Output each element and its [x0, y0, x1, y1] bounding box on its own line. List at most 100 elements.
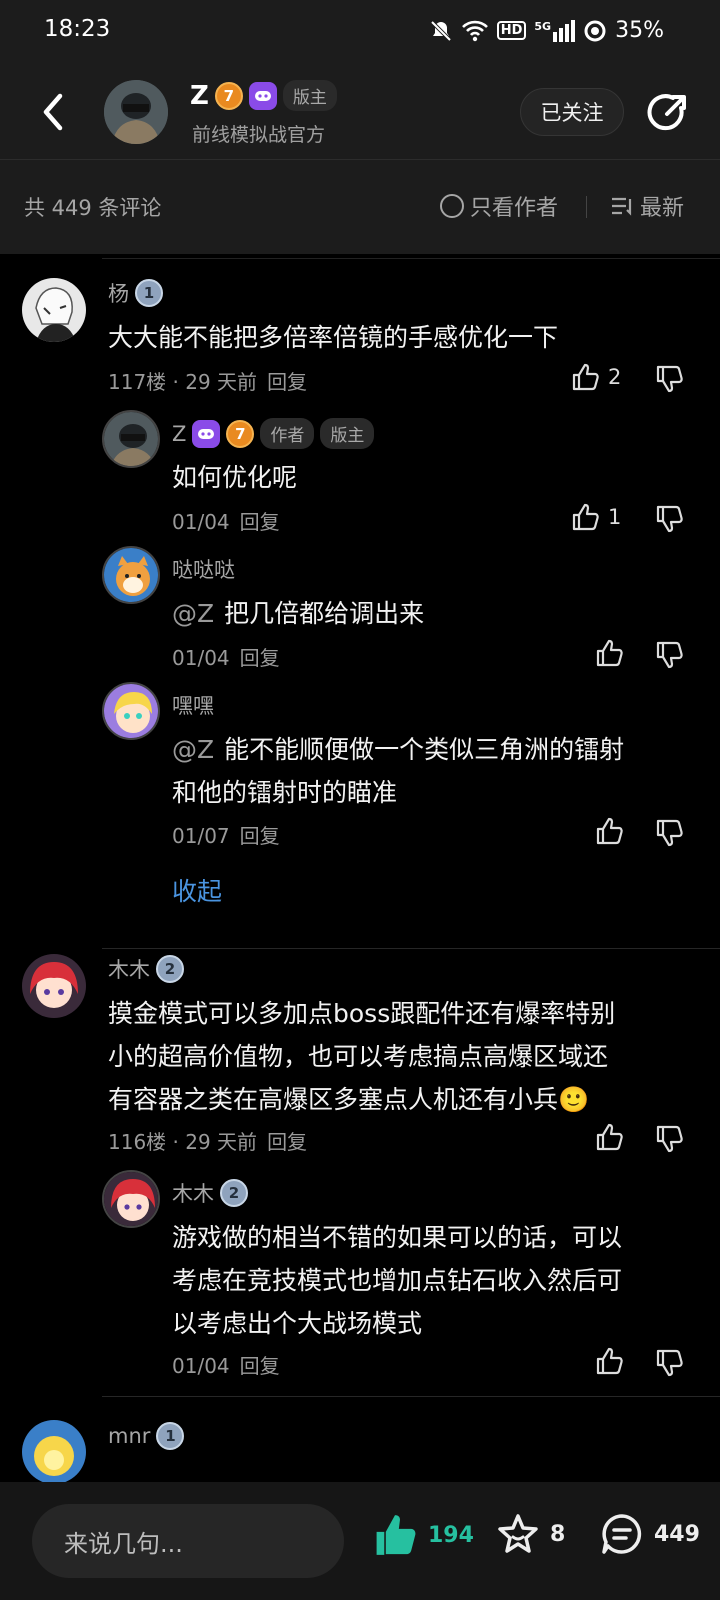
reply-text-line: 考虑在竞技模式也增加点钻石收入然后可 [172, 1266, 623, 1295]
share-icon[interactable] [645, 90, 691, 136]
reply-meta: 01/04 回复 [172, 506, 280, 535]
reply-author: Z 7 作者 版主 [172, 418, 375, 449]
radio-circle-icon [440, 194, 464, 218]
comment-feed[interactable]: 杨 1 大大能不能把多倍率倍镜的手感优化一下 117楼 · 29 天前 回复 2 … [0, 254, 720, 1482]
comment-floor-time: 117楼 · 29 天前 [108, 370, 258, 394]
avatar[interactable] [102, 410, 160, 468]
avatar[interactable] [102, 546, 160, 604]
comment-text: 摸金模式可以多加点boss跟配件还有爆率特别 小的超高价值物，也可以考虑搞点高爆… [108, 992, 615, 1121]
thumbs-up-icon[interactable] [594, 1122, 624, 1152]
thumbs-down-icon[interactable] [654, 1124, 684, 1154]
reply-button[interactable]: 回复 [267, 1130, 307, 1154]
wifi-icon [461, 20, 488, 41]
only-author-label: 只看作者 [470, 196, 559, 221]
reply-button[interactable]: 回复 [267, 370, 307, 394]
comment-meta: 117楼 · 29 天前 回复 [108, 366, 307, 395]
thumbs-down-icon[interactable] [654, 640, 684, 670]
sort-toggle[interactable]: 最新 [610, 190, 684, 222]
toolbar-separator [586, 196, 587, 218]
comment-input[interactable]: 来说几句... [32, 1504, 344, 1578]
comments-button[interactable]: 449 [600, 1512, 700, 1556]
follow-button[interactable]: 已关注 [520, 88, 624, 136]
comment-author-name[interactable]: mnr [108, 1424, 150, 1448]
level-badge-icon: 1 [156, 1422, 185, 1450]
avatar[interactable] [22, 278, 86, 342]
reply-text: @Z 把几倍都给调出来 [172, 592, 424, 635]
reply-author-name[interactable]: 嘿嘿 [172, 690, 214, 720]
level-badge-icon: 2 [220, 1179, 248, 1207]
divider [102, 948, 720, 949]
reply-button[interactable]: 回复 [240, 510, 280, 534]
hd-icon: HD [496, 21, 527, 40]
reply-text-line: 以考虑出个大战场模式 [172, 1309, 423, 1338]
bottom-action-bar: 来说几句... 194 8 449 [0, 1482, 720, 1600]
comment-count: 共 449 条评论 [24, 196, 162, 220]
level-badge-icon: 1 [135, 279, 163, 307]
avatar[interactable] [22, 1420, 86, 1482]
comment-total: 449 [654, 1521, 700, 1547]
thumbs-down-icon[interactable] [654, 818, 684, 848]
avatar[interactable] [102, 1170, 160, 1228]
reply-button[interactable]: 回复 [240, 646, 280, 670]
gamepad-badge-icon [248, 81, 277, 110]
reply-text-line: 能不能顺便做一个类似三角洲的镭射 [224, 735, 625, 764]
thumbs-up-icon[interactable] [594, 816, 624, 846]
status-bar: 18:23 HD 5G 35% [0, 0, 720, 66]
reply-date: 01/04 [172, 646, 230, 670]
thumbs-down-icon[interactable] [654, 364, 684, 394]
reply-author: 木木 2 [172, 1178, 248, 1208]
comment-text: 大大能不能把多倍率倍镜的手感优化一下 [108, 323, 559, 352]
like-count: 2 [608, 365, 622, 389]
comment-bubble-icon [602, 1514, 642, 1554]
like-button[interactable]: 1 [570, 502, 621, 532]
moderator-chip: 版主 [320, 418, 375, 449]
reply-button[interactable]: 回复 [240, 824, 280, 848]
comment-author-name[interactable]: 木木 [108, 954, 150, 984]
like-button[interactable]: 2 [570, 362, 621, 392]
favorite-button[interactable]: 8 [496, 1512, 565, 1556]
reply-date: 01/04 [172, 510, 230, 534]
comment-author: 杨 1 [108, 278, 163, 308]
post-like-button[interactable]: 194 [372, 1512, 474, 1558]
divider [102, 258, 720, 259]
reply-text: @Z 能不能顺便做一个类似三角洲的镭射 和他的镭射时的瞄准 [172, 728, 624, 814]
like-count: 1 [608, 505, 622, 529]
author-chip: 作者 [260, 418, 315, 449]
reply-text-line: 游戏做的相当不错的如果可以的话，可以 [172, 1223, 623, 1252]
post-header: Z 7 版主 前线模拟战官方 已关注 [0, 66, 720, 160]
comment-text-line: 小的超高价值物，也可以考虑搞点高爆区域还 [108, 1042, 609, 1071]
reply-author-name[interactable]: 哒哒哒 [172, 554, 235, 584]
thumbs-down-icon[interactable] [654, 1348, 684, 1378]
reply-author-name[interactable]: Z [172, 422, 186, 446]
mention-link[interactable]: @Z [172, 599, 214, 628]
reply-text-line: 和他的镭射时的瞄准 [172, 778, 398, 807]
thumbs-up-icon[interactable] [594, 638, 624, 668]
gamepad-badge-icon [192, 419, 221, 448]
comment-text-line: 有容器之类在高爆区多塞点人机还有小兵🙂 [108, 1085, 590, 1114]
comment-meta: 116楼 · 29 天前 回复 [108, 1126, 307, 1155]
author-avatar[interactable] [104, 80, 168, 144]
mention-link[interactable]: @Z [172, 735, 214, 764]
reply-meta: 01/04 回复 [172, 1350, 280, 1379]
only-author-toggle[interactable]: 只看作者 [440, 190, 558, 222]
avatar[interactable] [22, 954, 86, 1018]
thumbs-up-icon[interactable] [594, 1346, 624, 1376]
battery-percent: 35% [615, 18, 664, 43]
reply-author: 嘿嘿 [172, 690, 214, 720]
back-arrow-icon[interactable] [36, 90, 70, 134]
reply-meta: 01/07 回复 [172, 820, 280, 849]
avatar[interactable] [102, 682, 160, 740]
status-icons: HD 5G 35% [429, 18, 664, 43]
level-badge-icon: 7 [226, 419, 255, 448]
comment-text-line: 摸金模式可以多加点boss跟配件还有爆率特别 [108, 999, 616, 1028]
reply-button[interactable]: 回复 [240, 1354, 280, 1378]
collapse-replies-link[interactable]: 收起 [172, 872, 222, 908]
comment-author-name[interactable]: 杨 [108, 278, 129, 308]
sort-lines-icon [612, 197, 632, 216]
star-icon [498, 1514, 538, 1553]
reply-author-name[interactable]: 木木 [172, 1178, 214, 1208]
author-name[interactable]: Z [190, 81, 209, 111]
author-subtitle: 前线模拟战官方 [192, 124, 326, 146]
thumbs-down-icon[interactable] [654, 504, 684, 534]
reply-text: 如何优化呢 [172, 463, 298, 492]
